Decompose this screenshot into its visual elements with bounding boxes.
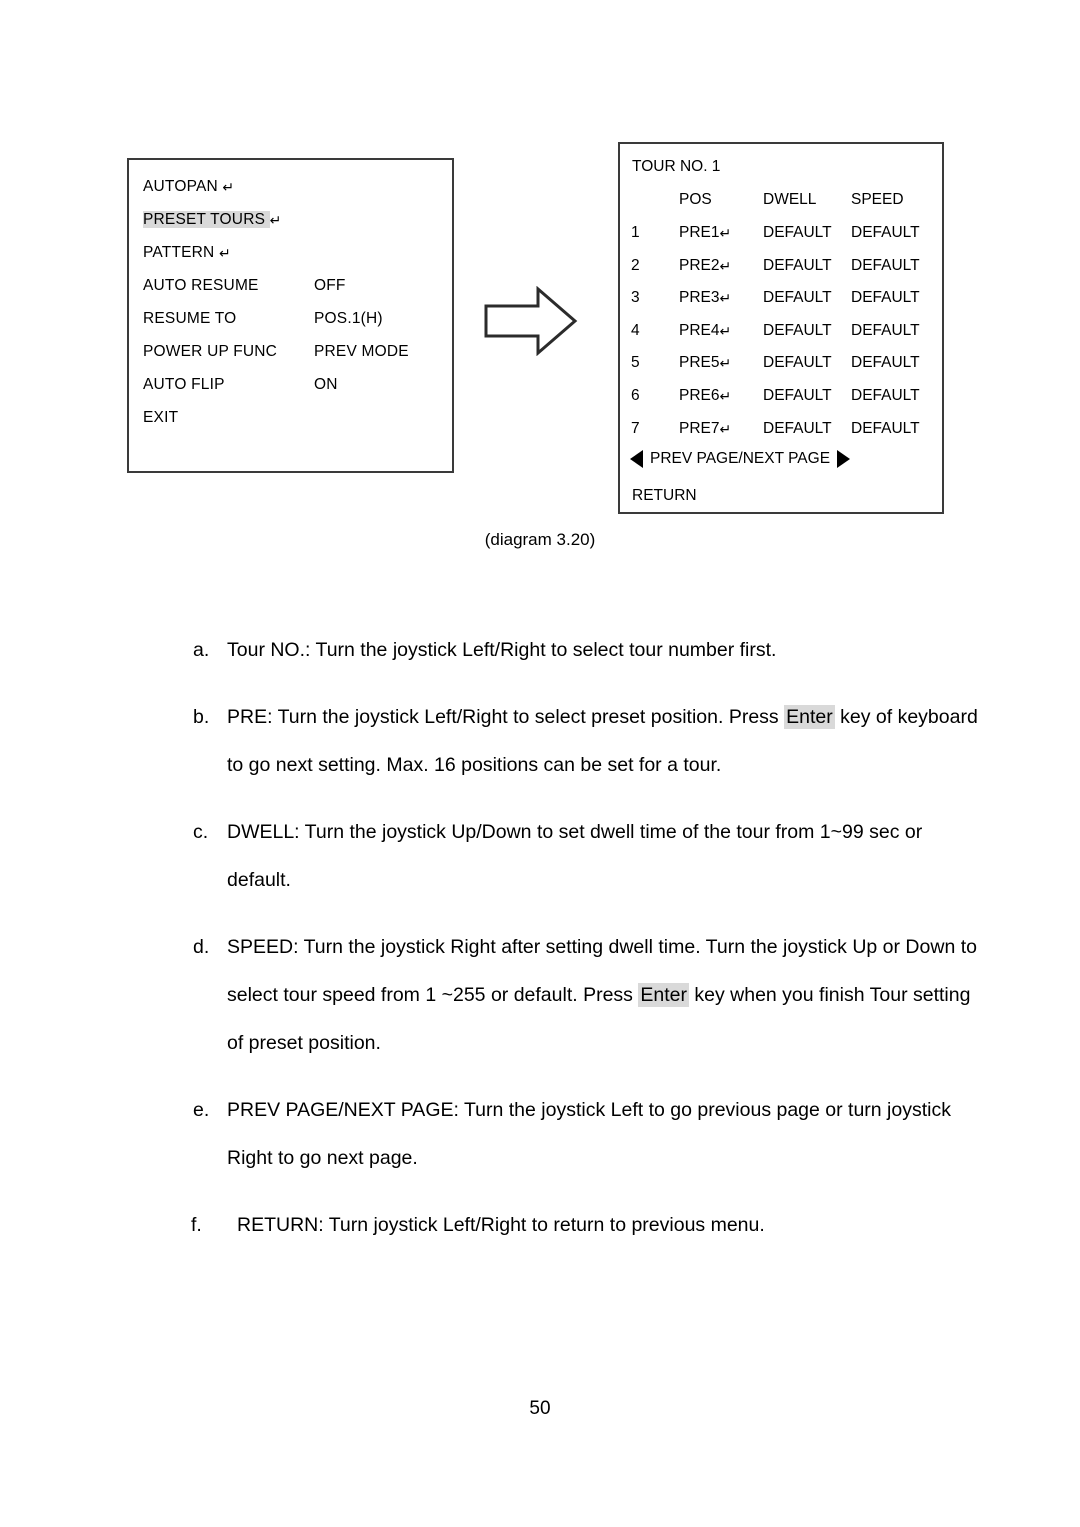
tour-row-index: 7 (631, 420, 640, 437)
main-menu-item-value[interactable]: POS.1(H) (314, 311, 383, 327)
enter-return-icon: ↵ (269, 212, 282, 228)
enter-return-icon: ↵ (719, 258, 732, 274)
triangle-right-icon[interactable] (837, 450, 851, 468)
list-marker: b. (193, 706, 210, 728)
tour-row-index: 6 (631, 387, 640, 404)
instruction-item-f: f. RETURN: Turn joystick Left/Right to re… (191, 1201, 983, 1249)
tour-row-speed[interactable]: DEFAULT (851, 289, 937, 307)
enter-return-icon: ↵ (719, 388, 732, 404)
tour-row-index: 4 (631, 322, 640, 339)
instruction-text: DWELL: Turn the joystick Up/Down to set … (227, 821, 923, 891)
enter-key-label: Enter (638, 983, 689, 1007)
main-menu-item-value[interactable]: ON (314, 377, 338, 393)
tour-row-pos[interactable]: PRE6↵ (679, 387, 759, 405)
instruction-text: PREV PAGE/NEXT PAGE: Turn the joystick L… (227, 1099, 951, 1169)
tour-row-index: 3 (631, 289, 640, 306)
tour-row-pos[interactable]: PRE2↵ (679, 257, 759, 275)
column-header-pos: POS (679, 191, 712, 208)
list-marker: a. (193, 639, 210, 661)
list-marker: d. (193, 936, 210, 958)
tour-row-dwell[interactable]: DEFAULT (763, 387, 849, 405)
main-menu-item-label: AUTOPAN ↵ (143, 178, 235, 195)
tour-row-pos[interactable]: PRE1↵ (679, 224, 759, 242)
instruction-text: PRE: Turn the joystick Left/Right to sel… (227, 705, 978, 776)
prev-next-page-control[interactable]: PREV PAGE/NEXT PAGE (630, 450, 851, 468)
tour-row-pos[interactable]: PRE7↵ (679, 420, 759, 438)
list-marker: e. (193, 1099, 210, 1121)
list-marker: c. (193, 821, 209, 843)
tour-row-speed[interactable]: DEFAULT (851, 322, 937, 340)
tour-row-dwell[interactable]: DEFAULT (763, 224, 849, 242)
main-menu-item-value[interactable]: PREV MODE (314, 344, 409, 360)
tour-row-speed[interactable]: DEFAULT (851, 387, 937, 405)
main-menu-item-label: RESUME TO (143, 310, 237, 327)
main-menu-item-label: PATTERN ↵ (143, 244, 231, 261)
tour-row-dwell[interactable]: DEFAULT (763, 420, 849, 438)
tour-row-pos[interactable]: PRE4↵ (679, 322, 759, 340)
prev-next-page-label: PREV PAGE/NEXT PAGE (650, 450, 831, 467)
triangle-left-icon[interactable] (630, 450, 643, 468)
enter-return-icon: ↵ (218, 245, 231, 261)
list-marker: f. (191, 1214, 202, 1236)
tour-row-speed[interactable]: DEFAULT (851, 257, 937, 275)
main-menu-item-label: POWER UP FUNC (143, 343, 278, 360)
enter-return-icon: ↵ (719, 355, 732, 371)
tour-row-speed[interactable]: DEFAULT (851, 354, 937, 372)
enter-return-icon: ↵ (719, 290, 732, 306)
enter-return-icon: ↵ (719, 225, 732, 241)
main-menu-item-label: AUTO RESUME (143, 277, 259, 294)
tour-row-dwell[interactable]: DEFAULT (763, 322, 849, 340)
tour-row-pos[interactable]: PRE3↵ (679, 289, 759, 307)
enter-return-icon: ↵ (222, 179, 235, 195)
main-menu-item-value[interactable]: OFF (314, 278, 346, 294)
instruction-item-a: a. Tour NO.: Turn the joystick Left/Right… (193, 626, 983, 674)
diagram-caption: (diagram 3.20) (484, 530, 596, 549)
column-header-speed: SPEED (851, 191, 904, 208)
instruction-item-c: c. DWELL: Turn the joystick Up/Down to se… (193, 808, 983, 904)
instruction-text: Tour NO.: Turn the joystick Left/Right t… (227, 639, 777, 661)
tour-row-index: 1 (631, 224, 640, 241)
tour-row-dwell[interactable]: DEFAULT (763, 257, 849, 275)
enter-return-icon: ↵ (719, 421, 732, 437)
tour-row-index: 2 (631, 257, 640, 274)
tour-row-speed[interactable]: DEFAULT (851, 420, 937, 438)
main-menu-item-label: AUTO FLIP (143, 376, 225, 393)
tour-row-index: 5 (631, 354, 640, 371)
instruction-item-e: e. PREV PAGE/NEXT PAGE: Turn the joystick… (193, 1086, 983, 1182)
instruction-list: a. Tour NO.: Turn the joystick Left/Right… (191, 626, 983, 1268)
flow-arrow-icon (483, 285, 578, 357)
instruction-item-d: d. SPEED: Turn the joystick Right after s… (193, 923, 983, 1067)
main-menu-panel: AUTOPAN ↵ PRESET TOURS ↵ PATTERN ↵ AUTO RES… (127, 158, 454, 473)
tour-number-label[interactable]: TOUR NO. 1 (632, 158, 720, 176)
instruction-text: SPEED: Turn the joystick Right after set… (227, 936, 977, 1054)
tour-row-dwell[interactable]: DEFAULT (763, 354, 849, 372)
enter-key-label: Enter (784, 705, 835, 729)
tour-row-dwell[interactable]: DEFAULT (763, 289, 849, 307)
page-number: 50 (529, 1398, 551, 1419)
instruction-text: RETURN: Turn joystick Left/Right to retu… (237, 1214, 765, 1236)
instruction-item-b: b. PRE: Turn the joystick Left/Right to s… (193, 693, 983, 789)
main-menu-item-label: EXIT (143, 409, 179, 426)
return-menu-item[interactable]: RETURN (632, 487, 697, 505)
enter-return-icon: ↵ (719, 323, 732, 339)
main-menu-item-label: PRESET TOURS ↵ (143, 211, 282, 228)
tour-row-pos[interactable]: PRE5↵ (679, 354, 759, 372)
column-header-dwell: DWELL (763, 191, 817, 208)
tour-setup-panel: TOUR NO. 1 POS DWELL SPEED 1 PRE1↵ DEFAULT DE… (618, 142, 944, 514)
tour-row-speed[interactable]: DEFAULT (851, 224, 937, 242)
